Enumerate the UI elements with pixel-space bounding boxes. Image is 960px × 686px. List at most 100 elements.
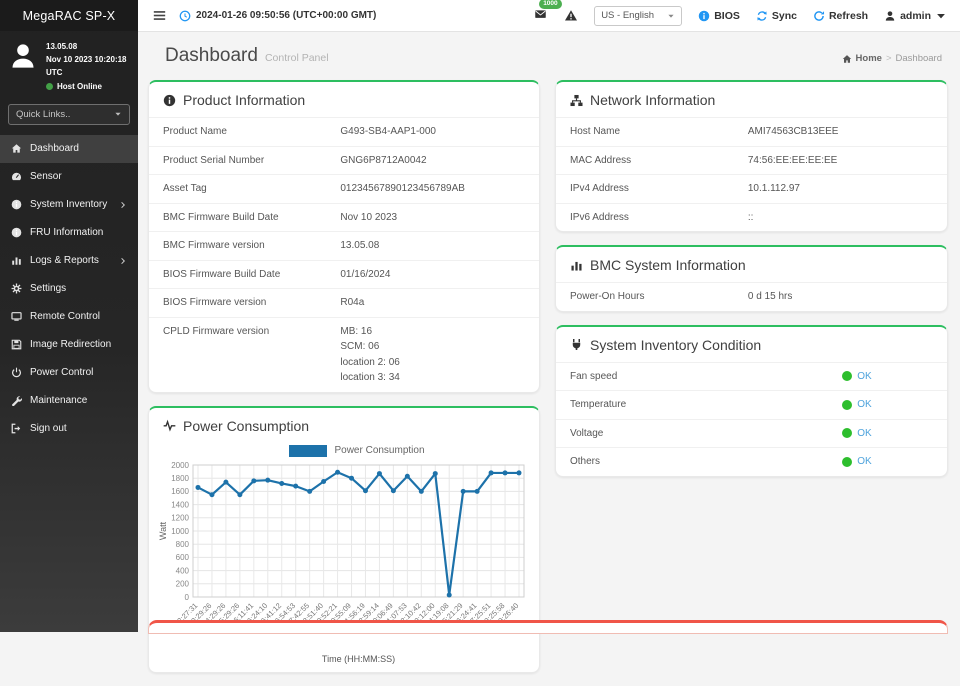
sidebar-item-image-redirection[interactable]: Image Redirection: [0, 331, 138, 359]
host-status-label: Host Online: [57, 81, 102, 91]
row-label: IPv6 Address: [570, 211, 629, 223]
row-value: 01/16/2024: [340, 268, 391, 280]
row-value: G493-SB4-AAP1-000: [340, 126, 436, 137]
info-row: BMC Firmware Build Date Nov 10 2023: [149, 202, 539, 232]
svg-text:800: 800: [176, 540, 190, 549]
chevron-right-icon: [119, 201, 127, 209]
info-circle-icon: [11, 227, 22, 238]
card-title: System Inventory Condition: [590, 336, 762, 353]
info-row: Product Serial Number GNG6P8712A0042: [149, 145, 539, 175]
status-text: OK: [857, 456, 872, 467]
sidebar-item-settings[interactable]: Settings: [0, 275, 138, 303]
caret-down-icon: [667, 12, 675, 20]
sidebar-item-dashboard[interactable]: Dashboard: [0, 134, 138, 163]
warning-icon[interactable]: [564, 9, 578, 22]
y-axis-label: Watt: [158, 521, 168, 540]
sync-icon: [756, 10, 768, 22]
row-label: CPLD Firmware version: [163, 325, 270, 337]
row-label: Product Serial Number: [163, 154, 265, 166]
firmware-version: 13.05.08: [46, 42, 78, 51]
svg-text:400: 400: [176, 566, 190, 575]
row-label: BMC Firmware Build Date: [163, 211, 279, 223]
breadcrumb-separator: >: [885, 53, 892, 64]
messages-button[interactable]: 1000: [533, 0, 562, 25]
card-title: Network Information: [590, 92, 716, 108]
sidebar-item-label: Maintenance: [30, 395, 88, 407]
sync-button[interactable]: Sync: [756, 10, 797, 22]
card-title: Product Information: [183, 92, 306, 108]
info-row: BIOS Firmware version R04a: [149, 288, 539, 317]
info-row: CPLD Firmware version MB: 16 SCM: 06 loca…: [149, 316, 539, 392]
info-row: Product Name G493-SB4-AAP1-000: [149, 117, 539, 146]
topbar: 2024-01-26 09:50:56 (UTC+00:00 GMT) 1000…: [138, 0, 960, 32]
svg-text:1600: 1600: [171, 487, 189, 496]
sign-out-icon: [11, 423, 22, 434]
sidebar-item-remote-control[interactable]: Remote Control: [0, 303, 138, 331]
bios-button[interactable]: BIOS: [698, 10, 740, 22]
power-icon: [11, 367, 22, 378]
host-online-dot: [46, 82, 53, 90]
sidebar-item-label: Sign out: [30, 423, 67, 435]
language-value: US - English: [601, 10, 654, 21]
refresh-icon: [813, 10, 825, 22]
sidebar-item-logs-reports[interactable]: Logs & Reports: [0, 247, 138, 275]
card-title: Power Consumption: [183, 417, 310, 434]
floppy-icon: [11, 339, 22, 350]
row-label: Product Name: [163, 126, 227, 137]
hamburger-menu-icon[interactable]: [151, 9, 168, 22]
info-circle-icon: [11, 199, 22, 210]
row-label: Voltage: [570, 427, 604, 439]
sidebar-item-sign-out[interactable]: Sign out: [0, 415, 138, 443]
quick-links-select[interactable]: Quick Links..: [8, 103, 130, 125]
svg-text:1200: 1200: [171, 513, 189, 522]
message-count-badge: 1000: [539, 0, 562, 9]
sidebar-item-power-control[interactable]: Power Control: [0, 359, 138, 387]
status-value: OK: [748, 454, 933, 470]
language-select[interactable]: US - English: [594, 5, 683, 26]
svg-text:1000: 1000: [171, 526, 189, 535]
sidebar-item-system-inventory[interactable]: System Inventory: [0, 191, 138, 219]
row-value: 74:56:EE:EE:EE:EE: [747, 154, 838, 166]
home-icon: [11, 143, 22, 154]
info-row: Asset Tag 01234567890123456789AB: [149, 174, 539, 203]
info-row: IPv6 Address::: [556, 202, 947, 232]
legend-swatch: [289, 444, 328, 457]
sidebar-item-label: Sensor: [30, 171, 62, 183]
status-value: OK: [748, 426, 933, 442]
breadcrumb: Home > Dashboard: [842, 50, 942, 67]
row-label: Temperature: [570, 399, 627, 410]
sidebar-item-maintenance[interactable]: Maintenance: [0, 387, 138, 415]
row-label: BIOS Firmware Build Date: [163, 268, 281, 280]
waveform-icon: [163, 419, 176, 432]
row-value: R04a: [340, 297, 365, 308]
row-value: AMI74563CB13EEE: [747, 126, 839, 137]
sidebar-item-fru-information[interactable]: FRU Information: [0, 219, 138, 247]
row-value: Nov 10 2023: [340, 211, 398, 223]
row-label: Host Name: [570, 126, 621, 137]
host-status: Host Online: [46, 80, 130, 93]
info-circle-icon: [698, 10, 710, 22]
info-row: Power-On Hours 0 d 15 hrs: [556, 282, 947, 311]
envelope-icon: [533, 8, 548, 20]
plug-icon: [570, 338, 583, 351]
user-icon: [884, 10, 896, 22]
user-block: 13.05.08 Nov 10 2023 10:20:18 UTC Host O…: [0, 31, 138, 99]
sidebar-item-label: Image Redirection: [30, 339, 112, 351]
breadcrumb-home[interactable]: Home: [856, 53, 882, 64]
sidebar-item-sensor[interactable]: Sensor: [0, 163, 138, 191]
bmc-system-information-card: BMC System Information Power-On Hours 0 d…: [555, 245, 948, 312]
sidebar-item-label: Remote Control: [30, 311, 101, 323]
home-icon: [842, 54, 852, 64]
user-label: admin: [900, 9, 931, 22]
firmware-date: Nov 10 2023 10:20:18 UTC: [46, 55, 127, 78]
info-circle-icon: [163, 94, 176, 107]
refresh-button[interactable]: Refresh: [813, 10, 868, 22]
status-ok-dot: [842, 456, 853, 467]
row-value: 13.05.08: [340, 240, 380, 251]
row-label: Others: [570, 456, 601, 467]
status-value: OK: [748, 397, 933, 413]
row-value: 10.1.112.97: [747, 183, 800, 194]
row-value: MB: 16 SCM: 06 location 2: 06 location 3…: [340, 325, 400, 384]
user-menu[interactable]: admin: [884, 10, 947, 22]
sidebar-item-label: Logs & Reports: [30, 255, 99, 267]
